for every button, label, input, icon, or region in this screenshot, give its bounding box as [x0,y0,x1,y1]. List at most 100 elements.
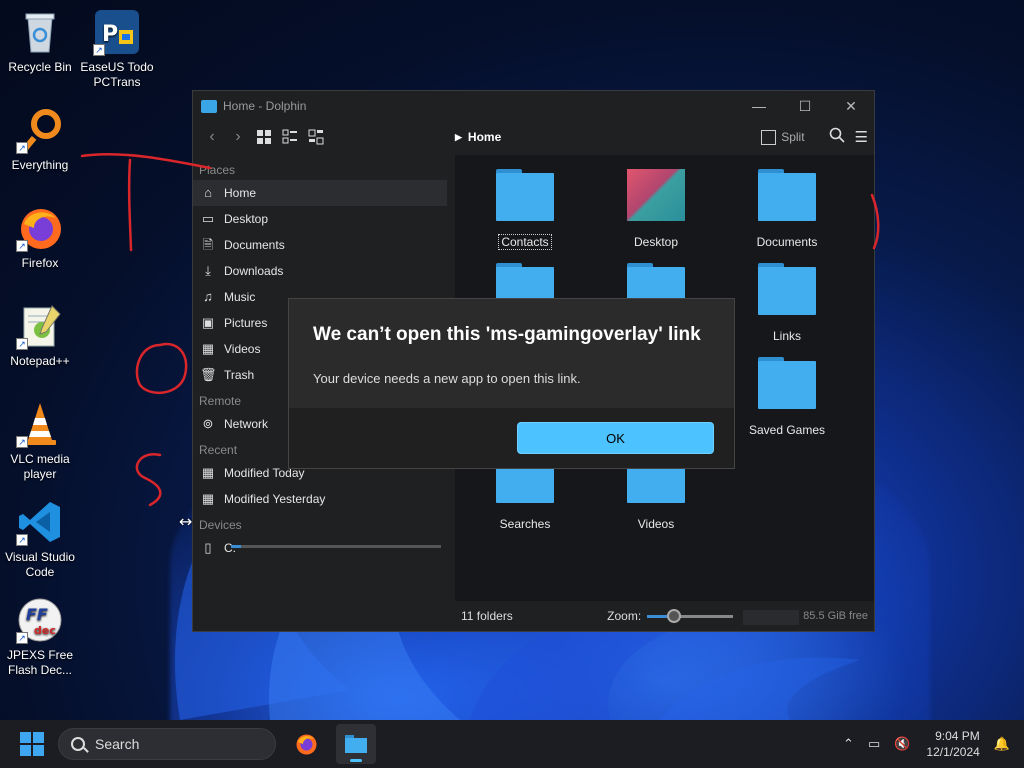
sidebar-item-label: Music [224,290,256,304]
sidebar-item-label: Modified Yesterday [224,492,326,506]
details-view-icon[interactable] [303,127,329,147]
sidebar-item-label: Downloads [224,264,284,278]
search-label: Search [95,736,140,752]
network-monitor-icon[interactable]: ▭ [868,736,880,752]
start-windows-icon[interactable] [20,732,44,756]
desktop-icon-label: Firefox [21,256,59,270]
dialog-title: We can’t open this 'ms-gamingoverlay' li… [313,324,701,345]
shortcut-arrow-icon: ↗ [93,44,105,56]
close-button[interactable]: ✕ [828,98,874,115]
error-dialog[interactable]: We can’t open this 'ms-gamingoverlay' li… [288,298,735,469]
shortcut-arrow-icon: ↗ [16,240,28,252]
sidebar-item-drive-c[interactable]: ▯ C: [193,535,455,561]
devices-header: Devices [199,518,242,532]
desktop-icon-label: Recycle Bin [8,60,72,74]
sidebar-item-label: Home [224,186,257,200]
videos-icon: ▦ [201,341,215,356]
documents-icon: 🗎 [202,237,214,252]
zoom-slider[interactable] [647,608,734,623]
folder-count: 11 folders [461,609,513,623]
desktop-icon-firefox[interactable]: ↗ Firefox [0,204,80,271]
recycle-bin-icon [16,8,64,56]
sidebar-item-home[interactable]: ⌂ Home [193,180,447,206]
pictures-icon: ▣ [201,315,215,330]
forward-arrow-icon[interactable]: › [225,128,251,146]
taskbar: Search ⌃ ▭ 🔇 9:04 PM 12/1/2024 🔔 [0,720,1024,768]
breadcrumb[interactable]: ▶ Home [455,130,501,144]
search-icon[interactable] [829,127,845,147]
folder-icon [758,169,816,221]
hamburger-menu-icon[interactable]: ☰ [855,128,868,146]
folder-label: Videos [637,517,675,531]
compact-view-icon[interactable] [277,127,303,147]
dolphin-folder-icon [345,735,367,753]
title-bar[interactable]: Home - Dolphin — ☐ ✕ [193,91,874,121]
breadcrumb-home[interactable]: Home [468,130,501,144]
places-header: Places [199,163,236,177]
desktop-icon-label: Visual Studio Code [5,550,75,579]
folder-item[interactable]: Documents [737,169,837,249]
vscode-icon: ↗ [16,498,64,546]
desktop-icon-notepadpp[interactable]: ↗ Notepad++ [0,302,80,369]
toolbar: ‹ › ▶ Home Split ☰ [193,121,874,153]
everything-search-icon: ↗ [16,106,64,154]
download-icon: ⤓ [205,263,211,278]
drive-icon: ▯ [204,540,212,555]
dialog-footer: OK [289,408,734,468]
desktop-icon-label: Everything [11,158,69,172]
desktop-icon-jpexs[interactable]: FF dec ↗ JPEXS Free Flash Dec... [0,596,80,678]
search-icon [71,737,85,751]
sidebar-item-label: Videos [224,342,261,356]
folder-label: Searches [499,517,551,531]
desktop-icon-label: EaseUS Todo PCTrans [80,60,154,89]
desktop-thumbnail-icon [627,169,685,221]
icons-view-icon[interactable] [251,127,277,147]
free-space: 85.5 GiB free [743,610,868,625]
desktop-icon-vlc[interactable]: ↗ VLC media player [0,400,80,482]
desktop-icon-label: Notepad++ [10,354,70,368]
desktop-icon-recycle-bin[interactable]: Recycle Bin [0,8,80,75]
folder-item[interactable]: Contacts [475,169,575,250]
shortcut-arrow-icon: ↗ [16,632,28,644]
maximize-button[interactable]: ☐ [782,98,828,115]
back-arrow-icon[interactable]: ‹ [199,128,225,146]
taskbar-search[interactable]: Search [58,728,276,760]
sidebar-item-label: Documents [224,238,285,252]
taskbar-dolphin[interactable] [336,724,376,764]
desktop-icon-vscode[interactable]: ↗ Visual Studio Code [0,498,80,580]
calendar-icon: ▦ [201,491,215,506]
clock[interactable]: 9:04 PM 12/1/2024 [926,728,979,760]
sidebar-item-downloads[interactable]: ⤓ Downloads [193,258,455,284]
clock-date: 12/1/2024 [926,745,980,759]
ok-button[interactable]: OK [517,422,714,454]
easeus-icon: P ↗ [93,8,141,56]
zoom-control: Zoom: 85.5 GiB free [607,608,868,625]
folder-item[interactable]: Desktop [606,169,706,249]
status-bar: 11 folders Zoom: 85.5 GiB free [455,601,874,631]
shortcut-arrow-icon: ↗ [16,534,28,546]
svg-text:FF: FF [26,605,48,624]
sidebar-item-documents[interactable]: 🗎 Documents [193,232,455,258]
network-icon: ⊚ [202,416,214,431]
home-icon: ⌂ [204,185,212,200]
notification-bell-icon[interactable]: 🔔 [994,736,1010,752]
shortcut-arrow-icon: ↗ [16,436,28,448]
music-icon: ♫ [203,289,213,304]
folder-item[interactable]: Saved Games [737,357,837,437]
sidebar-item-desktop[interactable]: ▭ Desktop [193,206,455,232]
desktop-icon-everything[interactable]: ↗ Everything [0,106,80,173]
desktop-icon-easeus[interactable]: P ↗ EaseUS Todo PCTrans [77,8,157,90]
folder-icon [758,263,816,315]
minimize-button[interactable]: — [736,98,782,115]
sidebar-item-modified-yesterday[interactable]: ▦ Modified Yesterday [193,486,455,512]
zoom-slider-handle[interactable] [667,608,682,623]
split-button[interactable]: Split [761,129,805,145]
shortcut-arrow-icon: ↗ [16,142,28,154]
firefox-icon [296,734,317,755]
desktop-icon: ▭ [201,211,215,226]
folder-item[interactable]: Links [737,263,837,343]
chevron-up-icon[interactable]: ⌃ [843,736,854,752]
taskbar-firefox[interactable] [286,724,326,764]
sidebar-item-label: C: [224,541,236,555]
volume-muted-icon[interactable]: 🔇 [894,736,910,752]
